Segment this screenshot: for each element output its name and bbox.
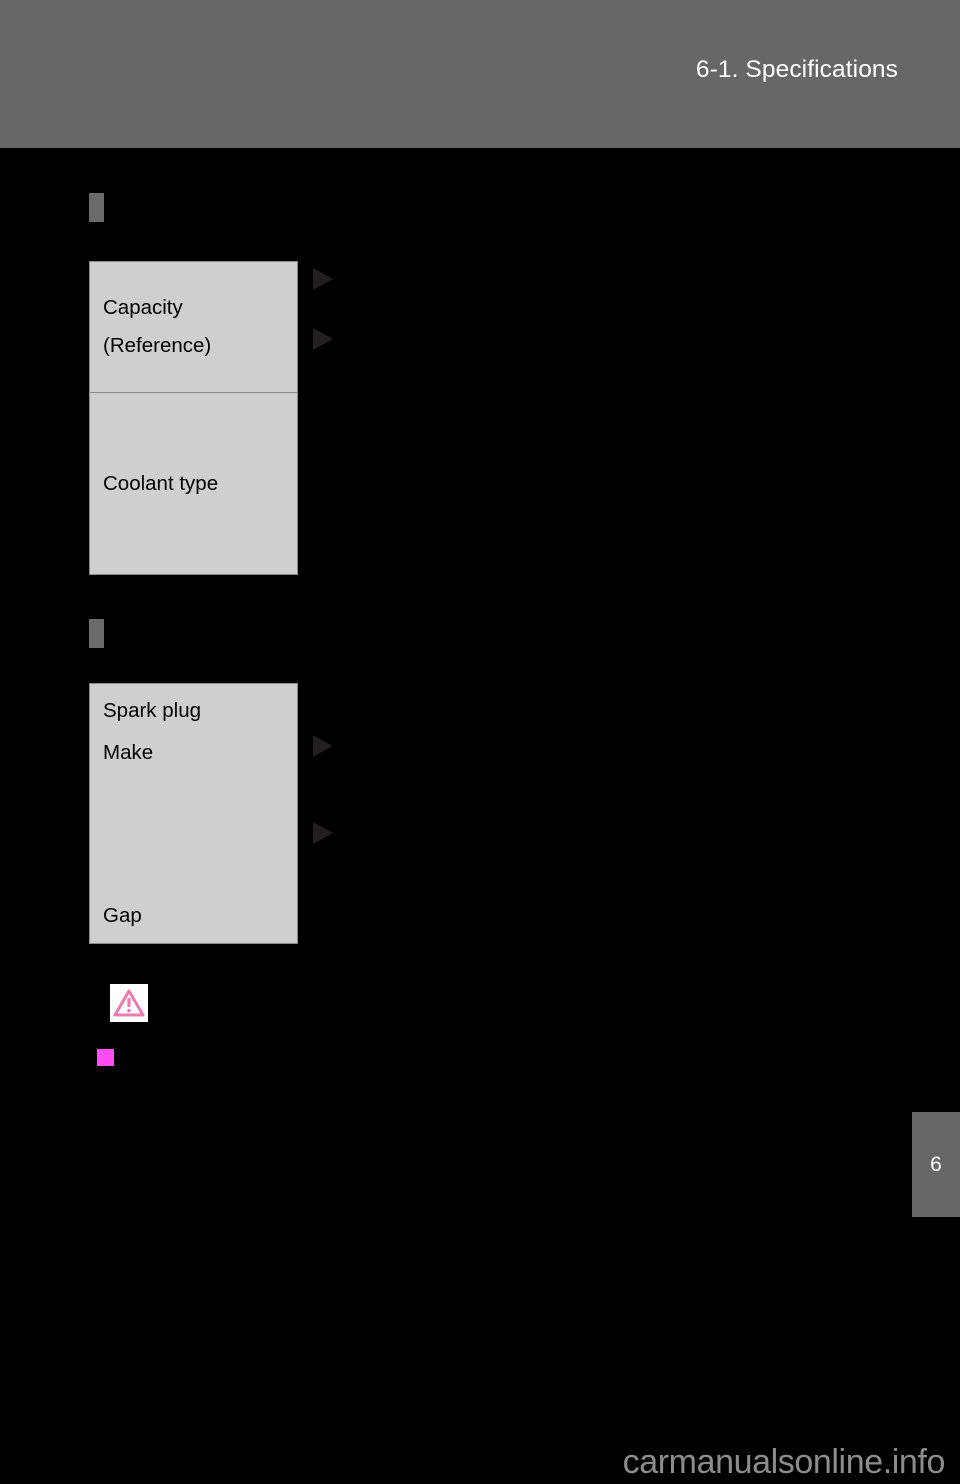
chapter-tab-6[interactable]: 6 [912, 1112, 960, 1217]
section-marker-cooling-system [89, 193, 104, 222]
value-arrow-icon [313, 822, 333, 844]
table-row: Coolant type [90, 392, 297, 574]
spec-label-gap: Gap [103, 904, 142, 927]
section-marker-ignition-system [89, 619, 104, 648]
spec-label-spark-plug: Spark plug [103, 699, 202, 722]
value-arrow-icon [313, 328, 333, 350]
chapter-tab-label: 6 [930, 1152, 942, 1176]
value-arrow-icon [313, 268, 333, 290]
spec-label-coolant-type: Coolant type [103, 471, 219, 495]
page-header-band: 6-1. Specifications [0, 0, 960, 148]
warning-triangle-icon [110, 984, 148, 1022]
value-arrow-icon [313, 735, 333, 757]
page-title: 6-1. Specifications [695, 56, 898, 83]
spec-label-make: Make [103, 741, 154, 764]
notice-square-icon [97, 1049, 114, 1066]
spec-label-capacity-line1: Capacity [103, 296, 183, 319]
page-content: Capacity (Reference) Coolant type Spark … [0, 148, 960, 1484]
spec-table-spark-plug: Spark plug Make Gap [89, 683, 298, 944]
watermark: carmanualsonline.info [622, 1443, 946, 1481]
table-row: Capacity (Reference) [90, 262, 297, 392]
spec-table-cooling-system: Capacity (Reference) Coolant type [89, 261, 298, 575]
spec-label-capacity-line2: (Reference) [103, 334, 212, 357]
table-row: Spark plug Make Gap [90, 684, 297, 943]
